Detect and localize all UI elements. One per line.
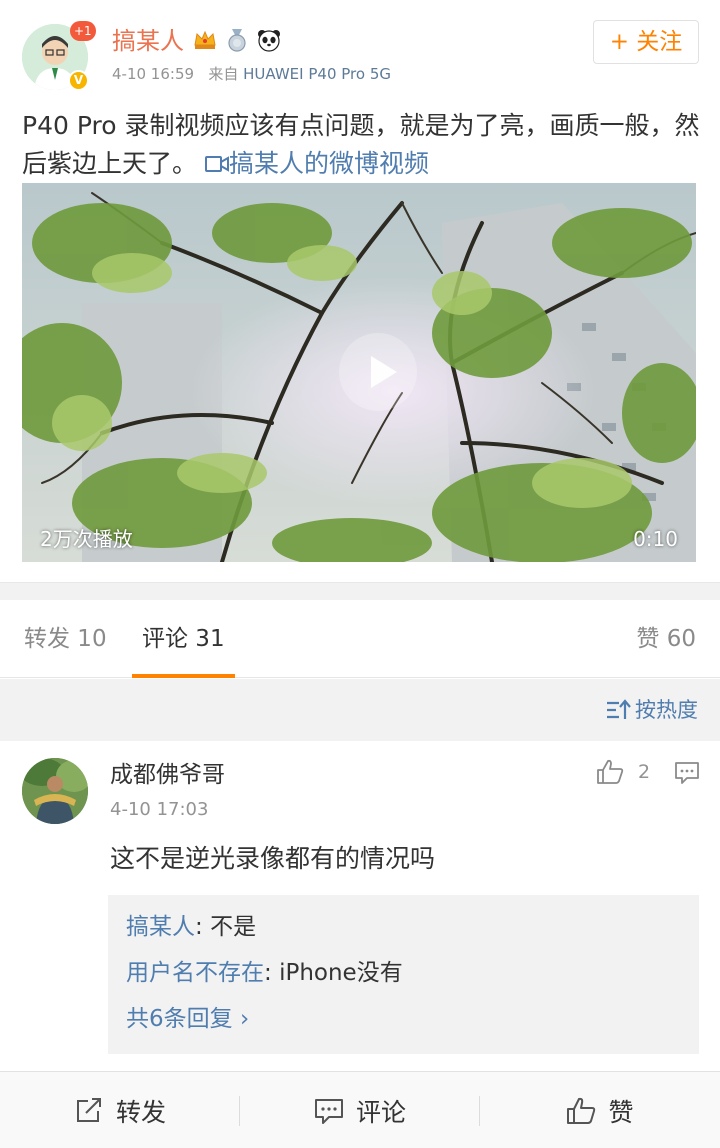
- commenter-name[interactable]: 成都佛爷哥: [110, 759, 225, 791]
- video-duration: 0:10: [633, 527, 678, 551]
- post-meta: 4-10 16:59 来自 HUAWEI P40 Pro 5G: [112, 64, 391, 84]
- comment-label: 评论: [355, 1097, 406, 1127]
- medal-icon: [224, 27, 250, 53]
- bottom-action-bar: 转发 评论 赞: [0, 1071, 720, 1148]
- share-icon: [76, 1097, 101, 1122]
- like-button[interactable]: 赞: [480, 1072, 720, 1148]
- user-badges: [192, 27, 282, 53]
- sort-by-hot-button[interactable]: 按热度: [605, 695, 698, 725]
- comment-like-count: 2: [638, 761, 651, 783]
- comment-reply-button[interactable]: [674, 761, 700, 789]
- avatar-notification-badge: +1: [70, 21, 96, 41]
- source-prefix: 来自: [208, 65, 239, 83]
- comment-text: 这不是逆光录像都有的情况吗: [110, 844, 436, 873]
- post-time: 4-10 16:59: [112, 65, 195, 83]
- reply-box[interactable]: 搞某人: 不是 用户名不存在: iPhone没有 共6条回复 ›: [108, 895, 699, 1054]
- sort-icon: [607, 699, 631, 719]
- post-text: P40 Pro 录制视频应该有点问题，就是为了亮，画质一般，然后紫边上天了。 搞…: [22, 107, 700, 183]
- video-link-label: 搞某人的微博视频: [228, 149, 429, 178]
- crown-icon: [192, 27, 218, 53]
- like-label: 赞: [608, 1097, 634, 1127]
- thumbs-up-icon: [597, 759, 624, 784]
- reply-separator: :: [264, 960, 280, 986]
- follow-button[interactable]: + 关注: [593, 20, 699, 64]
- reply-separator: :: [195, 914, 211, 940]
- comment-bubble-icon: [675, 762, 699, 784]
- sort-bar: 按热度: [0, 679, 720, 741]
- reply-text: 不是: [210, 914, 257, 940]
- tab-reposts[interactable]: 转发 10: [24, 624, 107, 654]
- reply-item: 用户名不存在: iPhone没有: [126, 957, 403, 989]
- reply-author[interactable]: 搞某人: [126, 914, 195, 940]
- play-icon: [371, 356, 397, 388]
- post-header: +1 V 搞某人 4-10 16:59 来自 HUAWEI P40 Pro 5G…: [0, 0, 720, 100]
- comment-like-button[interactable]: 2: [596, 759, 650, 785]
- repost-button[interactable]: 转发: [0, 1072, 240, 1148]
- section-divider: [0, 582, 720, 600]
- tab-comments[interactable]: 评论 31: [142, 624, 225, 654]
- commenter-avatar[interactable]: [22, 758, 88, 824]
- more-replies-link[interactable]: 共6条回复 ›: [126, 1003, 249, 1035]
- reply-item: 搞某人: 不是: [126, 911, 256, 943]
- video-link[interactable]: 搞某人的微博视频: [204, 149, 429, 178]
- play-count: 2万次播放: [40, 527, 133, 551]
- active-tab-indicator: [132, 674, 235, 678]
- verified-badge-icon: V: [68, 70, 89, 91]
- thumbs-up-icon: [567, 1097, 596, 1124]
- panda-icon: [256, 27, 282, 53]
- post-source[interactable]: HUAWEI P40 Pro 5G: [243, 65, 391, 83]
- interaction-tabs: 转发 10 评论 31 赞 60: [0, 600, 720, 678]
- repost-label: 转发: [115, 1097, 166, 1127]
- comment-button[interactable]: 评论: [240, 1072, 480, 1148]
- comment-icon: [314, 1098, 343, 1124]
- author-name[interactable]: 搞某人: [112, 24, 184, 58]
- reply-author[interactable]: 用户名不存在: [126, 960, 264, 986]
- tab-likes[interactable]: 赞 60: [636, 624, 696, 654]
- comment-item: 成都佛爷哥 4-10 17:03 2 这不是逆光录像都有的情况吗 搞某人: 不是…: [0, 741, 720, 1071]
- video-player[interactable]: 2万次播放 0:10: [22, 183, 696, 562]
- reply-text: iPhone没有: [279, 960, 403, 986]
- sort-label: 按热度: [635, 698, 698, 722]
- video-link-icon: [204, 156, 229, 172]
- comment-time: 4-10 17:03: [110, 799, 209, 820]
